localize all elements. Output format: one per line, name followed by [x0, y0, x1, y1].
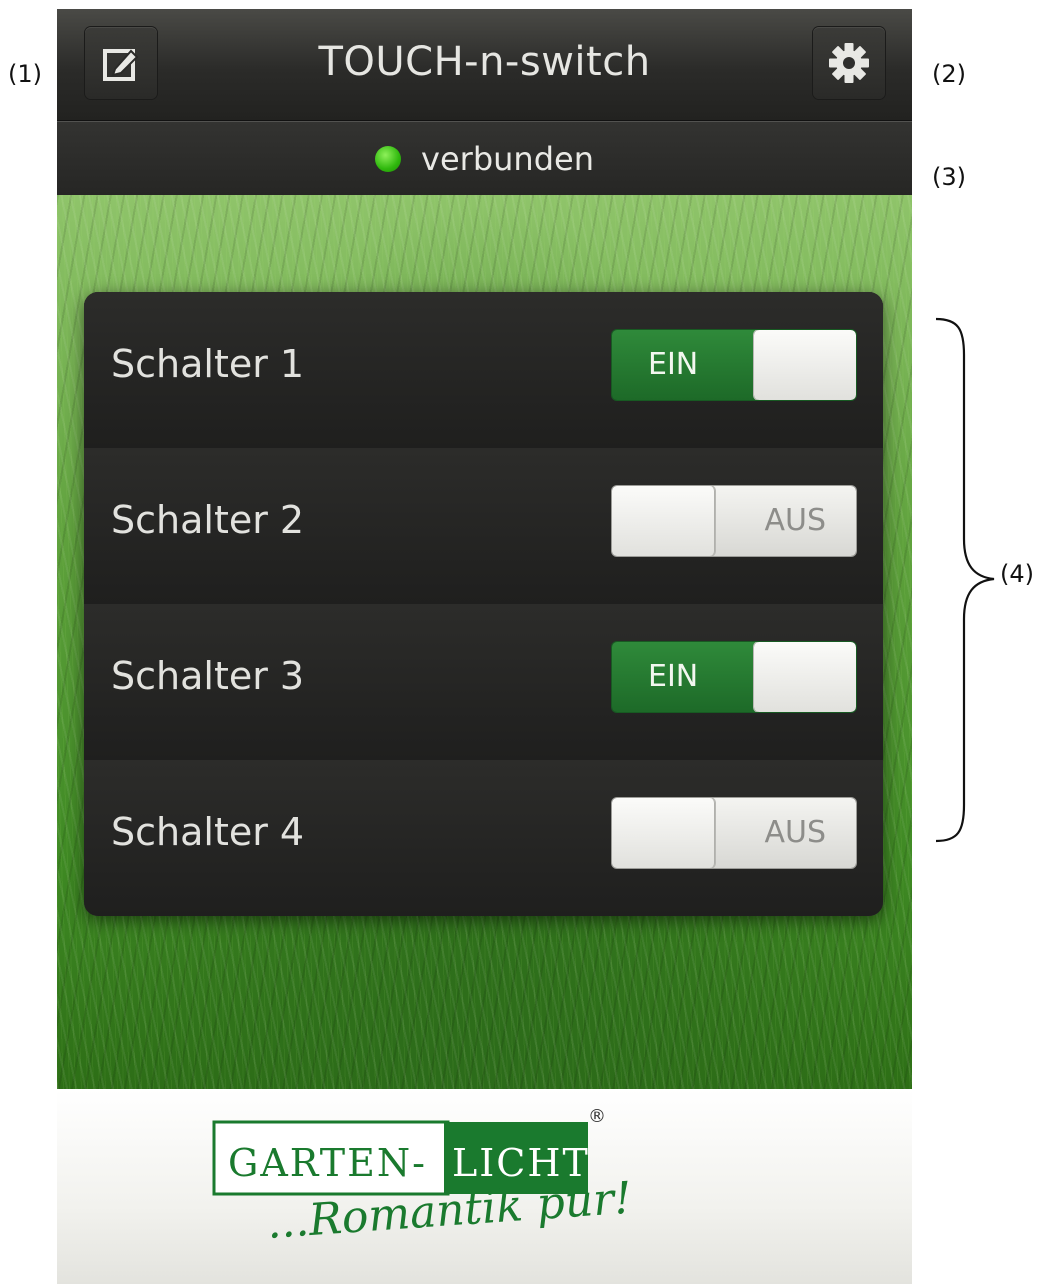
switch-label: Schalter 1: [111, 342, 305, 386]
connection-status-text: verbunden: [421, 140, 594, 178]
switch-label: Schalter 3: [111, 654, 305, 698]
connection-status-bar: verbunden: [57, 121, 912, 196]
toggle-switch-3[interactable]: EIN: [612, 642, 856, 712]
callout-1: (1): [8, 60, 42, 88]
switch-label: Schalter 2: [111, 498, 305, 542]
svg-text:GARTEN-: GARTEN-: [228, 1141, 427, 1185]
toggle-switch-4[interactable]: AUS: [612, 798, 856, 868]
toggle-state-label: AUS: [764, 815, 826, 850]
curly-brace: [935, 317, 995, 843]
navigation-bar: TOUCH-n-switch: [57, 9, 912, 121]
svg-text:®: ®: [588, 1106, 606, 1127]
edit-icon: [103, 49, 139, 81]
garten-licht-logo: GARTEN- LICHT ® ...Romantik pur!: [212, 1106, 633, 1249]
toggle-knob[interactable]: [754, 330, 856, 400]
switch-row-3: Schalter 3 EIN: [84, 604, 883, 762]
callout-4: (4): [1000, 560, 1034, 588]
toggle-state-label: EIN: [648, 659, 699, 694]
switch-row-4: Schalter 4 AUS: [84, 760, 883, 916]
switch-row-2: Schalter 2 AUS: [84, 448, 883, 606]
toggle-knob[interactable]: [754, 642, 856, 712]
switch-row-1: Schalter 1 EIN: [84, 292, 883, 450]
callout-2: (2): [932, 60, 966, 88]
toggle-switch-2[interactable]: AUS: [612, 486, 856, 556]
settings-button[interactable]: [813, 27, 885, 99]
edit-button[interactable]: [85, 27, 157, 99]
toggle-switch-1[interactable]: EIN: [612, 330, 856, 400]
switch-list: Schalter 1 EIN Schalter 2 AUS Schalter 3…: [84, 292, 883, 916]
toggle-knob[interactable]: [612, 798, 715, 868]
gear-icon: [829, 43, 869, 83]
toggle-knob[interactable]: [612, 486, 715, 556]
callout-3: (3): [932, 163, 966, 191]
toggle-state-label: EIN: [648, 347, 699, 382]
toggle-state-label: AUS: [764, 503, 826, 538]
status-indicator-icon: [375, 146, 402, 172]
app-title: TOUCH-n-switch: [318, 39, 651, 85]
switch-label: Schalter 4: [111, 810, 305, 854]
